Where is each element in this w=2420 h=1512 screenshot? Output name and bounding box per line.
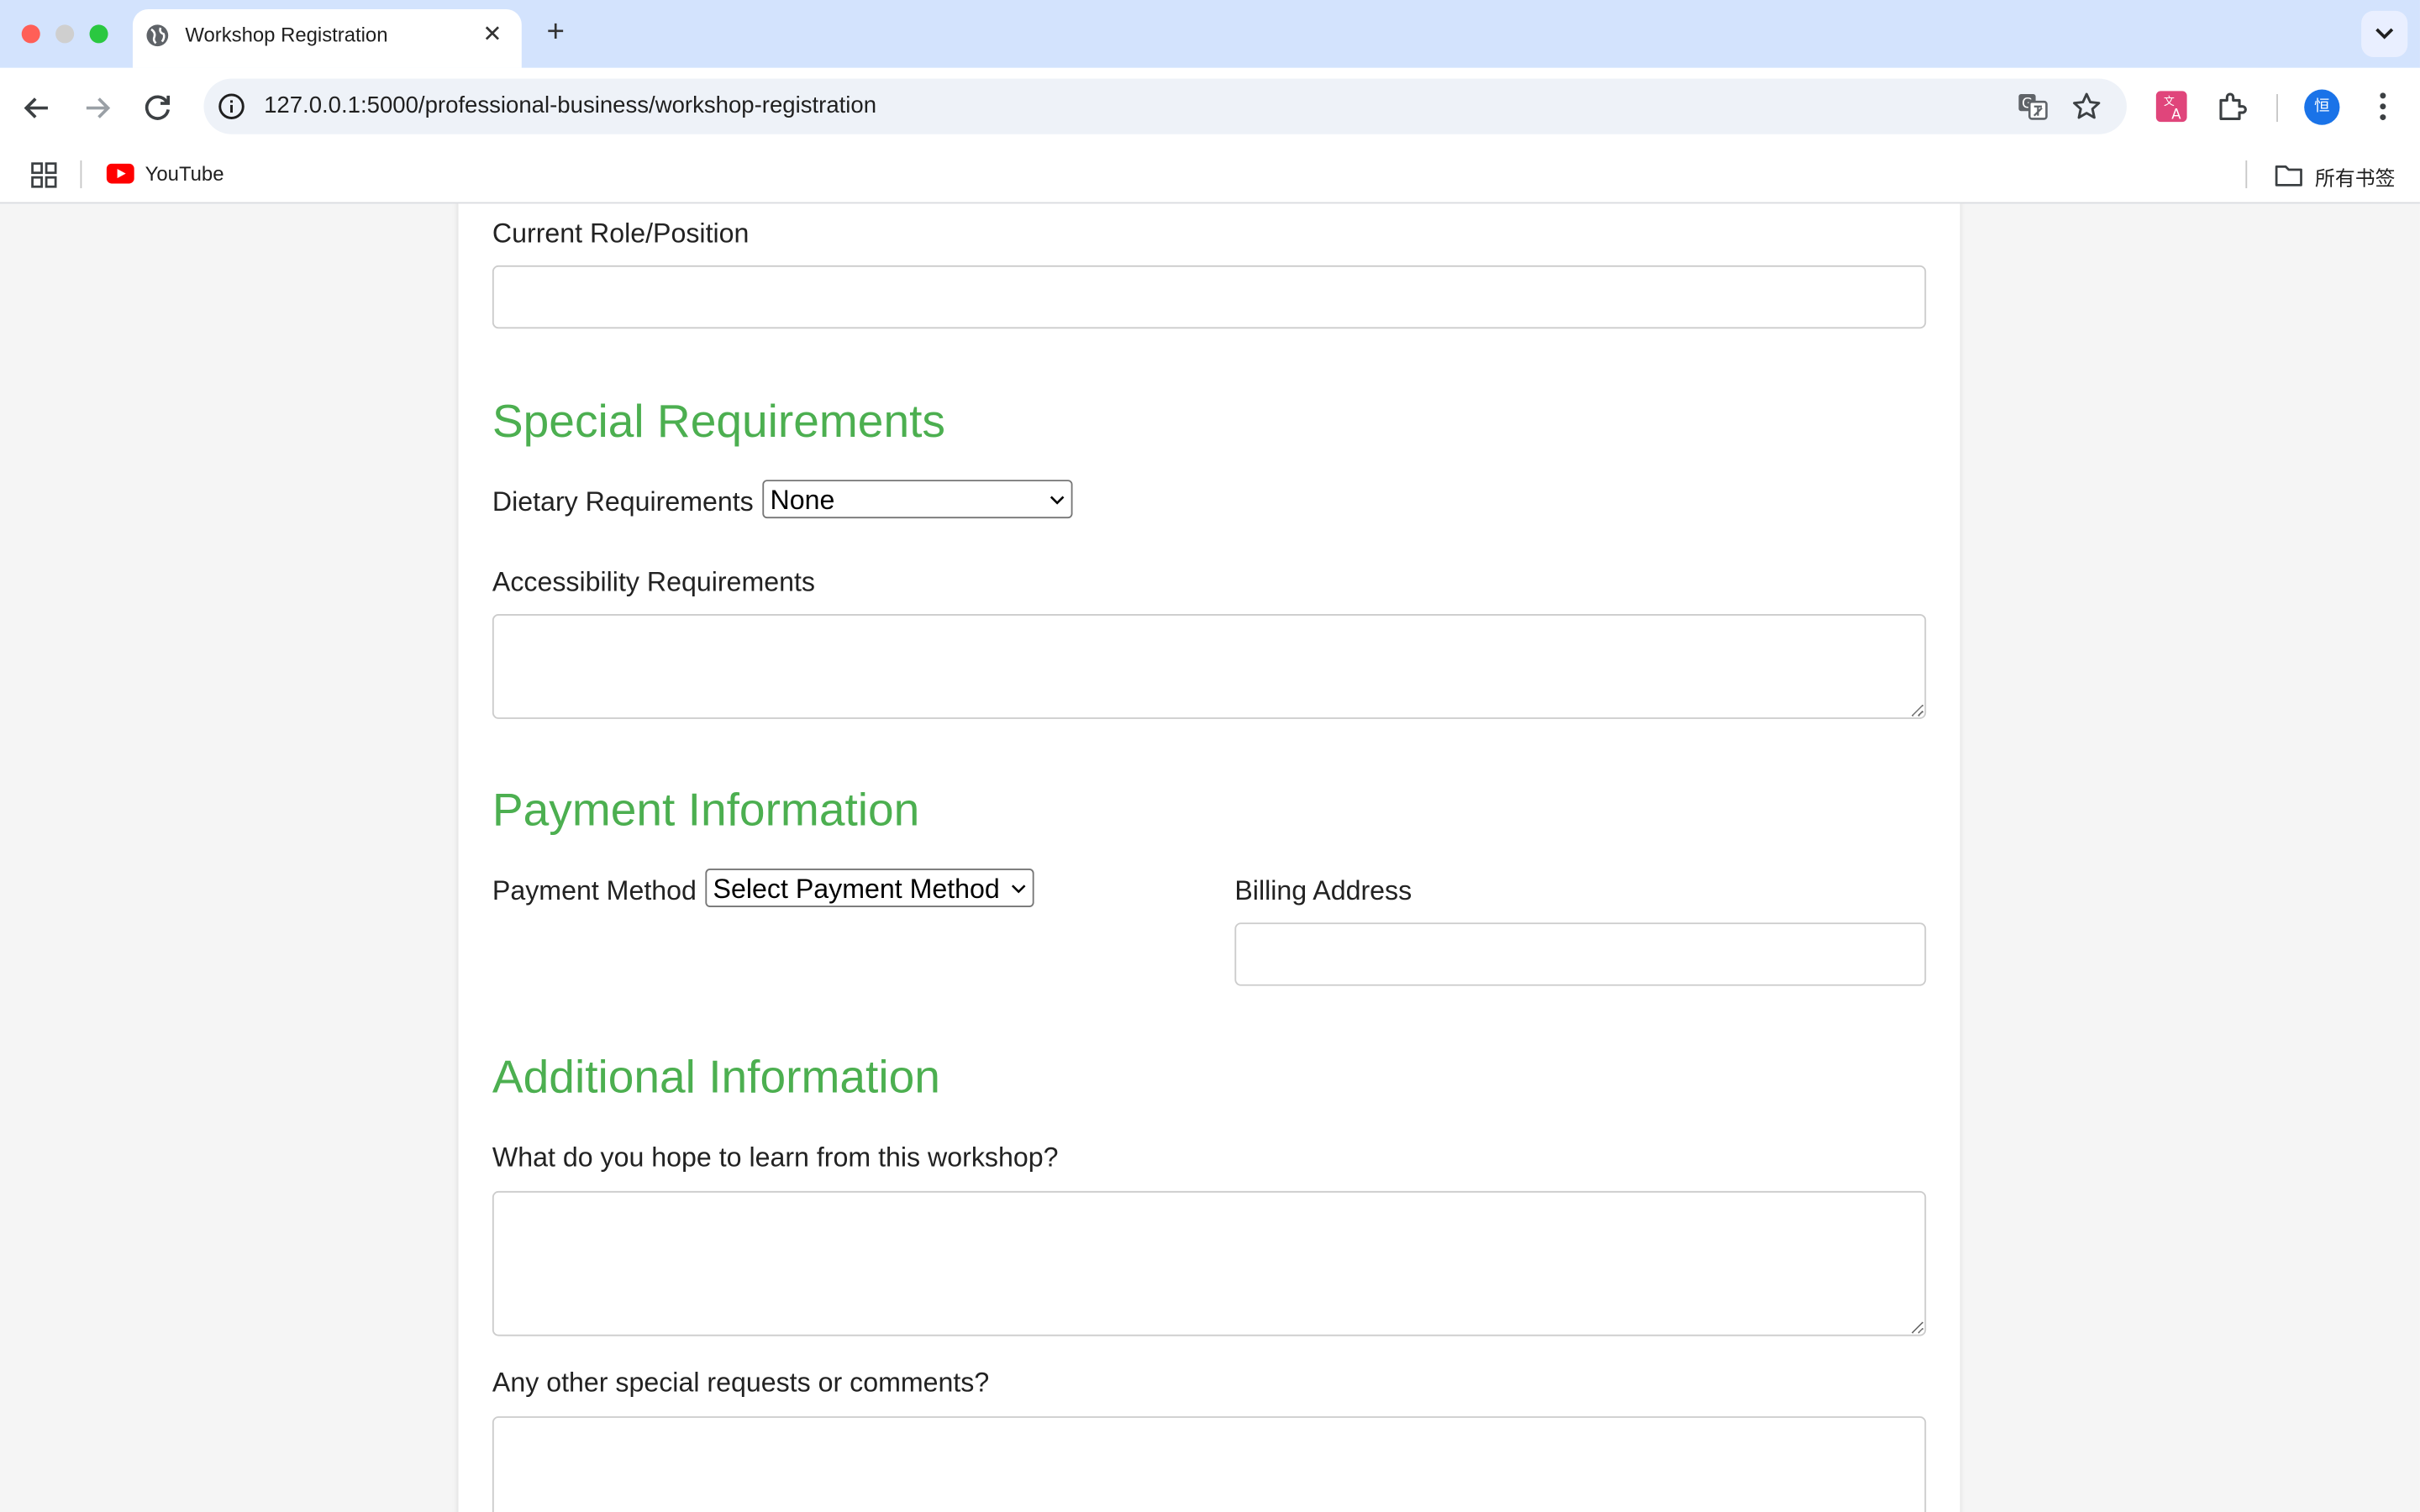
- page-viewport: Current Role/Position Special Requiremen…: [0, 203, 2420, 1512]
- billing-address-input[interactable]: [1234, 922, 1927, 986]
- learn-goals-label: What do you hope to learn from this work…: [492, 1142, 1059, 1173]
- all-bookmarks-button[interactable]: 所有书签: [2315, 162, 2396, 192]
- bookmarks-divider-right: [2245, 160, 2248, 189]
- payment-information-heading: Payment Information: [492, 785, 920, 837]
- learn-goals-textarea[interactable]: [492, 1190, 1927, 1336]
- tab-title: Workshop Registration: [185, 23, 388, 47]
- tab-close-icon[interactable]: ✕: [478, 22, 506, 50]
- chevron-down-icon: [1050, 496, 1065, 505]
- translate-extension-icon[interactable]: 文 A: [2154, 90, 2188, 123]
- accessibility-requirements-label: Accessibility Requirements: [492, 566, 815, 597]
- payment-method-selected-value: Select Payment Method: [713, 873, 1000, 905]
- bookmarks-divider: [80, 160, 82, 189]
- new-tab-button[interactable]: +: [539, 15, 572, 49]
- address-bar[interactable]: 127.0.0.1:5000/professional-business/wor…: [203, 78, 2127, 134]
- tab-strip: Workshop Registration ✕ +: [0, 0, 2420, 68]
- url-text: 127.0.0.1:5000/professional-business/wor…: [264, 92, 877, 119]
- svg-text:A: A: [2171, 106, 2181, 122]
- dietary-requirements-label: Dietary Requirements: [492, 486, 754, 517]
- folder-icon[interactable]: [2275, 164, 2302, 187]
- payment-method-label: Payment Method: [492, 874, 697, 906]
- translate-icon[interactable]: G: [2018, 91, 2049, 122]
- comments-label: Any other special requests or comments?: [492, 1367, 990, 1399]
- dietary-selected-value: None: [770, 484, 835, 516]
- payment-method-select[interactable]: Select Payment Method: [705, 869, 1034, 907]
- youtube-icon[interactable]: [106, 163, 134, 184]
- back-arrow-icon[interactable]: [18, 90, 55, 127]
- toolbar-divider: [2276, 94, 2278, 123]
- chevron-down-icon: [2375, 28, 2394, 39]
- billing-address-label: Billing Address: [1234, 874, 1413, 906]
- forward-arrow-icon[interactable]: [79, 90, 116, 127]
- tab-workshop-registration[interactable]: Workshop Registration ✕: [132, 9, 522, 68]
- more-menu-icon[interactable]: [2366, 90, 2400, 123]
- accessibility-requirements-textarea[interactable]: [492, 614, 1927, 719]
- maximize-window-button[interactable]: [89, 24, 108, 44]
- browser-toolbar: 127.0.0.1:5000/professional-business/wor…: [0, 67, 2420, 149]
- current-role-label: Current Role/Position: [492, 217, 750, 249]
- additional-information-heading: Additional Information: [492, 1052, 940, 1104]
- reload-icon[interactable]: [139, 90, 176, 127]
- globe-icon: [146, 24, 169, 47]
- bookmark-star-icon[interactable]: [2071, 91, 2102, 122]
- registration-form: Current Role/Position Special Requiremen…: [458, 203, 1960, 1512]
- close-window-button[interactable]: [21, 24, 40, 44]
- apps-grid-icon[interactable]: [31, 162, 57, 188]
- dietary-requirements-select[interactable]: None: [762, 480, 1073, 519]
- chevron-down-icon: [1011, 885, 1026, 894]
- tab-search-button[interactable]: [2361, 10, 2408, 57]
- extensions-puzzle-icon[interactable]: [2215, 90, 2249, 123]
- bookmark-youtube[interactable]: YouTube: [145, 162, 224, 186]
- special-requirements-heading: Special Requirements: [492, 396, 945, 448]
- current-role-input[interactable]: [492, 265, 1927, 329]
- minimize-window-button[interactable]: [55, 24, 75, 44]
- bookmarks-bar: YouTube 所有书签: [0, 148, 2420, 204]
- site-info-icon[interactable]: [218, 92, 245, 120]
- comments-textarea[interactable]: [492, 1416, 1927, 1512]
- profile-avatar[interactable]: 恒: [2304, 89, 2340, 125]
